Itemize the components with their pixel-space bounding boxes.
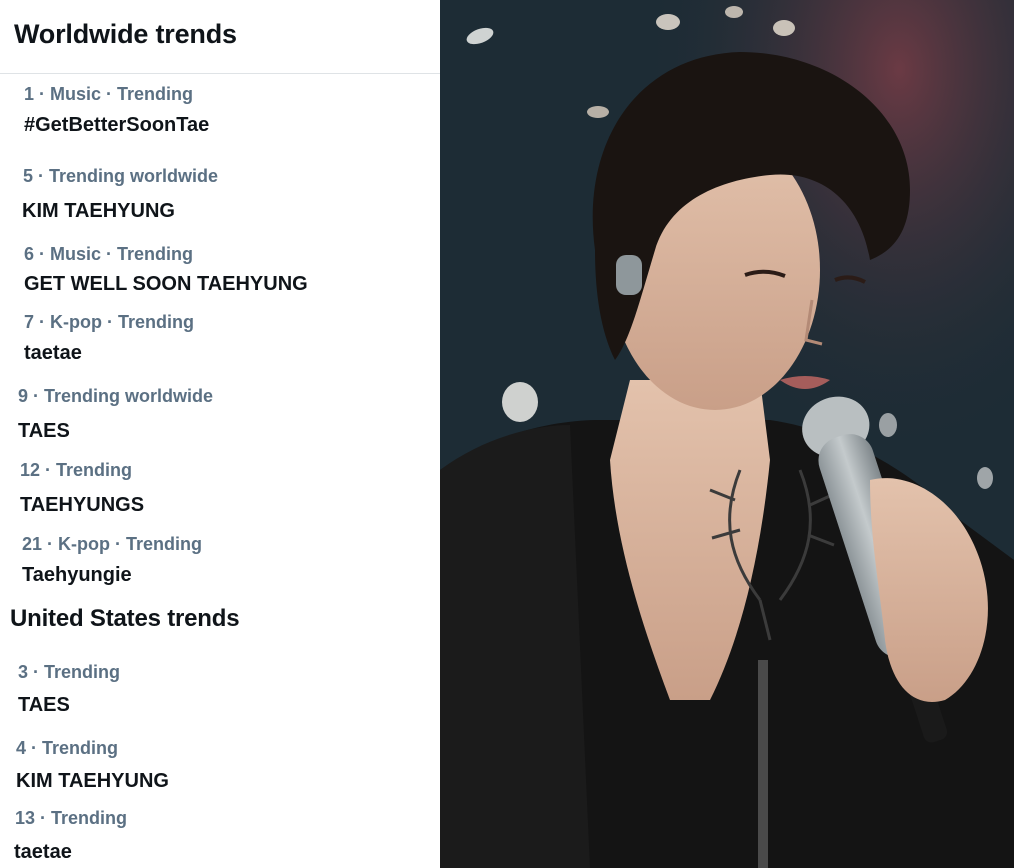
trend-meta: 1 · Music · Trending (24, 84, 194, 104)
trend-meta: 21 · K-pop · Trending (22, 534, 202, 554)
trend-meta: 13 · Trending (15, 808, 128, 828)
trend-name: taetae (24, 342, 82, 364)
trend-meta: 12 · Trending (20, 460, 133, 480)
trend-meta: 5 · Trending worldwide (23, 166, 219, 186)
trend-name: Taehyungie (22, 564, 132, 586)
trend-meta: 9 · Trending worldwide (18, 386, 214, 406)
trend-name: KIM TAEHYUNG (22, 200, 175, 222)
trends-panel: Worldwide trends 1 · Music · Trending #G… (0, 0, 440, 868)
trend-meta: 4 · Trending (16, 738, 119, 758)
divider (0, 73, 440, 74)
trend-meta: 7 · K-pop · Trending (24, 312, 194, 332)
trend-name: TAES (18, 420, 70, 442)
performer-photo (440, 0, 1014, 868)
trend-meta: 6 · Music · Trending (24, 244, 194, 264)
us-trends-heading: United States trends (10, 605, 240, 632)
trend-name: GET WELL SOON TAEHYUNG (24, 273, 308, 295)
trend-name: TAEHYUNGS (20, 494, 145, 516)
trend-meta: 3 · Trending (18, 662, 121, 682)
trend-name: TAES (18, 694, 70, 716)
trend-name: #GetBetterSoonTae (24, 114, 210, 136)
trend-name: taetae (14, 841, 72, 863)
worldwide-trends-heading: Worldwide trends (14, 19, 237, 49)
trend-name: KIM TAEHYUNG (16, 770, 169, 792)
performer-illustration (440, 0, 1014, 868)
